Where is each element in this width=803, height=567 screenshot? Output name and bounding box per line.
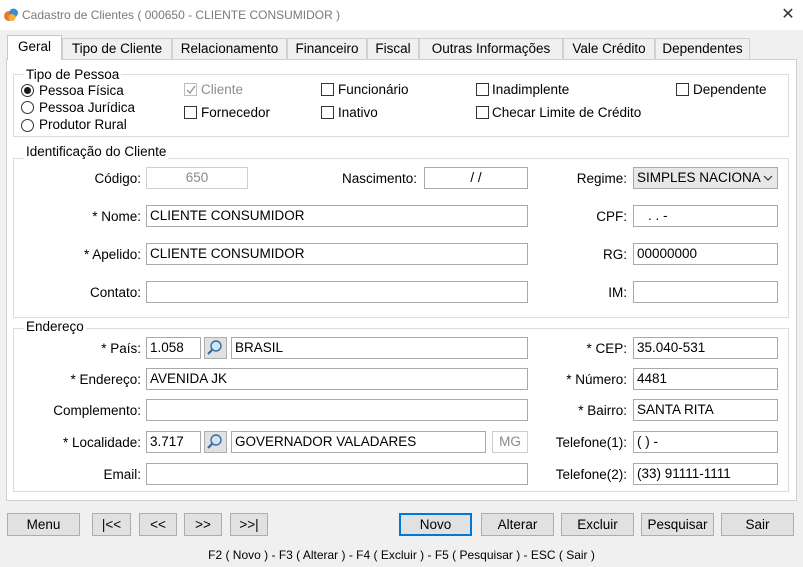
- window-title: Cadastro de Clientes ( 000650 - CLIENTE …: [22, 8, 341, 22]
- radio-pessoa-juridica[interactable]: [21, 101, 34, 114]
- checkbox-inativo-label[interactable]: Inativo: [338, 105, 378, 121]
- excluir-button[interactable]: Excluir: [561, 513, 634, 536]
- tab-fiscal[interactable]: Fiscal: [367, 38, 419, 59]
- nascimento-label: Nascimento:: [341, 171, 417, 186]
- checkmark-icon: [186, 85, 196, 95]
- telefone1-label: Telefone(1):: [555, 435, 627, 450]
- close-icon[interactable]: ✕: [778, 5, 798, 25]
- checkbox-funcionario-label[interactable]: Funcionário: [338, 82, 409, 98]
- cep-field[interactable]: 35.040-531: [633, 337, 778, 359]
- checkbox-dependente[interactable]: [676, 83, 689, 96]
- app-logo-icon: [4, 8, 18, 21]
- tab-financeiro[interactable]: Financeiro: [287, 38, 367, 59]
- im-label: IM:: [608, 285, 627, 300]
- pais-name-field[interactable]: BRASIL: [231, 337, 528, 359]
- radio-pessoa-fisica[interactable]: [21, 84, 34, 97]
- identificacao-legend: Identificação do Cliente: [24, 144, 169, 159]
- cpf-label: CPF:: [596, 209, 627, 224]
- localidade-code-field[interactable]: 3.717: [146, 431, 201, 453]
- checkbox-fornecedor[interactable]: [184, 106, 197, 119]
- pais-label: * País:: [101, 341, 141, 356]
- checkbox-cliente-label: Cliente: [201, 82, 244, 97]
- complemento-field[interactable]: [146, 399, 528, 421]
- localidade-label: * Localidade:: [62, 435, 141, 450]
- endereco-field[interactable]: AVENIDA JK: [146, 368, 528, 390]
- tab-dependentes[interactable]: Dependentes: [655, 38, 750, 59]
- first-record-button[interactable]: |<<: [92, 513, 131, 536]
- bairro-field[interactable]: SANTA RITA: [633, 399, 778, 421]
- endereco-legend: Endereço: [24, 319, 86, 334]
- tab-panel-geral: Tipo de Pessoa Pessoa Física Pessoa Jurí…: [6, 59, 797, 501]
- regime-label: Regime:: [576, 171, 627, 186]
- shortcut-hints: F2 ( Novo ) - F3 ( Alterar ) - F4 ( Excl…: [208, 548, 595, 562]
- telefone2-label: Telefone(2):: [555, 467, 627, 482]
- checkbox-checar-limite[interactable]: [476, 106, 489, 119]
- next-record-button[interactable]: >>: [184, 513, 222, 536]
- endereco-label: * Endereço:: [70, 372, 141, 387]
- tab-geral[interactable]: Geral: [7, 35, 62, 60]
- checkbox-checar-limite-label[interactable]: Checar Limite de Crédito: [492, 105, 641, 121]
- pesquisar-button[interactable]: Pesquisar: [641, 513, 714, 536]
- regime-select[interactable]: SIMPLES NACIONA: [633, 167, 778, 189]
- alterar-button[interactable]: Alterar: [481, 513, 554, 536]
- menu-button[interactable]: Menu: [7, 513, 80, 536]
- localidade-name-field[interactable]: GOVERNADOR VALADARES: [231, 431, 486, 453]
- tab-outras-informacoes[interactable]: Outras Informações: [419, 38, 563, 59]
- pais-lookup-button[interactable]: [204, 337, 227, 359]
- email-label: Email:: [103, 467, 141, 482]
- checkbox-funcionario[interactable]: [321, 83, 334, 96]
- magnifier-icon: [207, 434, 222, 449]
- codigo-field: 650: [146, 167, 248, 189]
- nascimento-field[interactable]: / /: [424, 167, 528, 189]
- radio-produtor-rural[interactable]: [21, 119, 34, 132]
- localidade-lookup-button[interactable]: [204, 431, 227, 453]
- rg-field[interactable]: 00000000: [633, 243, 778, 265]
- magnifier-icon: [207, 340, 222, 355]
- tipo-pessoa-legend: Tipo de Pessoa: [24, 67, 122, 82]
- nome-label: * Nome:: [92, 209, 141, 224]
- apelido-label: * Apelido:: [83, 247, 141, 262]
- chevron-down-icon: [763, 175, 773, 181]
- cep-label: * CEP:: [586, 341, 627, 356]
- previous-record-button[interactable]: <<: [139, 513, 177, 536]
- regime-value: SIMPLES NACIONA: [637, 170, 761, 185]
- numero-field[interactable]: 4481: [633, 368, 778, 390]
- telefone1-field[interactable]: ( ) -: [633, 431, 778, 453]
- cpf-field[interactable]: . . -: [633, 205, 778, 227]
- email-field[interactable]: [146, 463, 528, 485]
- tab-tipo-de-cliente[interactable]: Tipo de Cliente: [62, 38, 172, 59]
- contato-label: Contato:: [89, 285, 141, 300]
- last-record-button[interactable]: >>|: [230, 513, 268, 536]
- tab-relacionamento[interactable]: Relacionamento: [172, 38, 287, 59]
- checkbox-fornecedor-label[interactable]: Fornecedor: [201, 105, 270, 121]
- checkbox-inativo[interactable]: [321, 106, 334, 119]
- radio-produtor-rural-label[interactable]: Produtor Rural: [39, 117, 127, 133]
- radio-pessoa-fisica-label[interactable]: Pessoa Física: [39, 83, 124, 99]
- checkbox-inadimplente[interactable]: [476, 83, 489, 96]
- checkbox-dependente-label[interactable]: Dependente: [693, 82, 767, 98]
- apelido-field[interactable]: CLIENTE CONSUMIDOR: [146, 243, 528, 265]
- nome-field[interactable]: CLIENTE CONSUMIDOR: [146, 205, 528, 227]
- codigo-label: Código:: [94, 171, 141, 186]
- checkbox-inadimplente-label[interactable]: Inadimplente: [492, 82, 569, 98]
- bairro-label: * Bairro:: [578, 403, 627, 418]
- radio-pessoa-juridica-label[interactable]: Pessoa Jurídica: [39, 100, 135, 116]
- tab-vale-credito[interactable]: Vale Crédito: [563, 38, 655, 59]
- complemento-label: Complemento:: [53, 403, 141, 418]
- sair-button[interactable]: Sair: [721, 513, 794, 536]
- im-field[interactable]: [633, 281, 778, 303]
- telefone2-field[interactable]: (33) 91111-1111: [633, 463, 778, 485]
- localidade-uf-field: MG: [492, 431, 528, 453]
- contato-field[interactable]: [146, 281, 528, 303]
- novo-button[interactable]: Novo: [399, 513, 472, 536]
- numero-label: * Número:: [566, 372, 627, 387]
- checkbox-cliente: [184, 83, 197, 96]
- rg-label: RG:: [602, 247, 627, 262]
- pais-code-field[interactable]: 1.058: [146, 337, 201, 359]
